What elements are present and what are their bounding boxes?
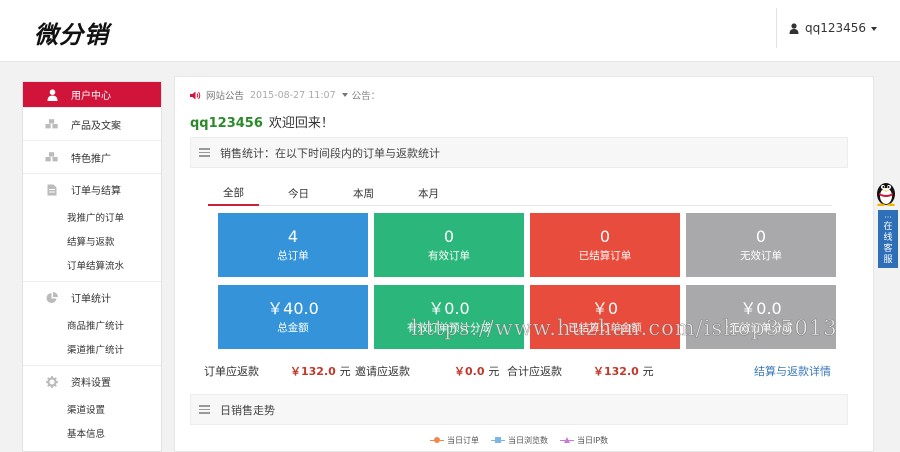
order-refund-label: 订单应返款 (204, 365, 259, 378)
stat-label: 无效订单分成 (729, 322, 793, 334)
stat-value: 0 (443, 227, 455, 246)
sidebar-group-settings-header[interactable]: 资料设置 (23, 366, 161, 397)
welcome-username: qq123456 (190, 116, 263, 131)
user-icon (45, 88, 59, 102)
sidebar-item-settlement-flow[interactable]: 订单结算流水 (23, 253, 161, 277)
notice-label: 网站公告 (206, 91, 245, 102)
speaker-icon (190, 91, 201, 99)
stat-label: 总订单 (277, 250, 309, 262)
qq-service-button[interactable]: ··· 在 线 客 服 (878, 210, 898, 268)
square-marker-icon (491, 436, 505, 444)
file-icon (45, 183, 59, 197)
username-label: qq123456 (805, 21, 867, 35)
refund-summary: 订单应返款 ￥132.0 元 邀请应返款 ￥0.0 元 合计应返款 ￥132.0… (204, 363, 838, 379)
welcome-text: 欢迎回来！ (268, 116, 334, 131)
sidebar-group-settings: 资料设置 渠道设置 基本信息 (23, 366, 161, 449)
settlement-details-link[interactable]: 结算与返款详情 (754, 363, 831, 379)
stat-label: 总金额 (277, 322, 309, 334)
sidebar-item-settlement[interactable]: 结算与返款 (23, 229, 161, 253)
tab-today[interactable]: 今日 (273, 180, 324, 206)
sidebar-item-my-orders[interactable]: 我推广的订单 (23, 205, 161, 229)
daily-trend-header: 日销售走势 (190, 394, 848, 425)
stat-label: 有效订单 (428, 250, 470, 262)
sidebar-item-basic-info[interactable]: 基本信息 (23, 421, 161, 445)
sidebar-group-stats: 订单统计 商品推广统计 渠道推广统计 (23, 282, 161, 366)
cubes-icon (45, 150, 59, 164)
trend-legend: 当日订单 当日浏览数 当日IP数 (430, 434, 620, 446)
order-refund-value: ￥132.0 元 (290, 365, 351, 378)
invite-refund-label: 邀请应返款 (355, 365, 410, 378)
tab-this-week[interactable]: 本周 (338, 180, 389, 206)
chevron-down-icon[interactable] (341, 93, 348, 97)
sidebar-group-stats-header[interactable]: 订单统计 (23, 282, 161, 313)
menu-icon (199, 403, 210, 416)
sidebar-group-orders: 订单与结算 我推广的订单 结算与返款 订单结算流水 (23, 174, 161, 282)
sidebar-item-label: 特色推广 (71, 153, 111, 165)
period-tabs: 全部 今日 本周 本月 (208, 180, 832, 206)
stat-label: 有效订单预计分成 (407, 322, 491, 334)
total-refund-label: 合计应返款 (507, 365, 562, 378)
total-refund-value: ￥132.0 元 (593, 365, 654, 378)
stat-tile-total-amount[interactable]: ￥40.0 总金额 (218, 285, 368, 349)
stat-value: 4 (287, 227, 299, 246)
stat-label: 已结算订单金额 (568, 322, 642, 334)
stat-tile-invalid-commission[interactable]: ￥0.0 无效订单分成 (686, 285, 836, 349)
sidebar-item-user-center[interactable]: 用户中心 (23, 82, 161, 108)
sidebar-item-channel-stats[interactable]: 渠道推广统计 (23, 337, 161, 361)
sidebar-item-channel-settings[interactable]: 渠道设置 (23, 397, 161, 421)
qq-online-service[interactable]: ··· 在 线 客 服 (872, 178, 900, 270)
chevron-down-icon (871, 27, 878, 31)
stat-tile-settled-amount[interactable]: ￥0 已结算订单金额 (530, 285, 680, 349)
stat-tile-settled-orders[interactable]: 0 已结算订单 (530, 213, 680, 277)
sidebar: 用户中心 产品及文案 特色推广 订单与结算 我推广的订单 结算与返款 订单结算流… (22, 81, 162, 452)
sidebar-item-label: 用户中心 (71, 91, 111, 102)
top-bar: 微分销 qq123456 (0, 0, 900, 62)
tab-all[interactable]: 全部 (208, 180, 259, 206)
stat-value: ￥0.0 (428, 299, 470, 318)
stat-label: 已结算订单 (578, 250, 632, 262)
sidebar-item-product-stats[interactable]: 商品推广统计 (23, 313, 161, 337)
sidebar-group-label: 订单统计 (71, 294, 111, 305)
pie-chart-icon (45, 291, 59, 305)
stat-tile-valid-orders[interactable]: 0 有效订单 (374, 213, 524, 277)
sidebar-item-label: 产品及文案 (71, 120, 121, 132)
legend-item-daily-views[interactable]: 当日浏览数 (491, 435, 548, 446)
user-menu[interactable]: qq123456 (776, 8, 886, 48)
sidebar-item-featured-promotion[interactable]: 特色推广 (23, 141, 161, 174)
stat-label: 无效订单 (740, 250, 782, 262)
stat-value: 0 (755, 227, 767, 246)
qq-penguin-icon (877, 183, 895, 207)
menu-icon (199, 146, 210, 159)
stat-tile-invalid-orders[interactable]: 0 无效订单 (686, 213, 836, 277)
gear-icon (45, 375, 59, 389)
notice-date: 2015-08-27 11:07 (250, 89, 336, 101)
legend-item-daily-ip[interactable]: 当日IP数 (560, 435, 608, 446)
sidebar-group-label: 资料设置 (71, 378, 111, 389)
stat-tile-total-orders[interactable]: 4 总订单 (218, 213, 368, 277)
daily-trend-title: 日销售走势 (220, 403, 275, 417)
legend-item-daily-orders[interactable]: 当日订单 (430, 435, 479, 446)
welcome-message: qq123456 欢迎回来！ (190, 112, 334, 131)
notice-suffix: 公告： (351, 91, 381, 102)
circle-marker-icon (430, 436, 444, 444)
site-notice: 网站公告 2015-08-27 11:07 公告： (190, 88, 380, 102)
sidebar-item-products[interactable]: 产品及文案 (23, 108, 161, 141)
sales-stats-header: 销售统计：在以下时间段内的订单与返款统计 (190, 137, 848, 168)
sales-stats-title: 销售统计：在以下时间段内的订单与返款统计 (220, 146, 440, 160)
dots-icon: ··· (884, 213, 892, 222)
cubes-icon (45, 117, 59, 131)
tab-this-month[interactable]: 本月 (403, 180, 454, 206)
stat-value: ￥40.0 (267, 299, 319, 318)
logo[interactable]: 微分销 (34, 15, 109, 50)
stat-value: 0 (599, 227, 611, 246)
stat-tile-valid-commission[interactable]: ￥0.0 有效订单预计分成 (374, 285, 524, 349)
stat-value: ￥0 (591, 299, 619, 318)
invite-refund-value: ￥0.0 元 (454, 365, 500, 378)
sidebar-group-orders-header[interactable]: 订单与结算 (23, 174, 161, 205)
stat-value: ￥0.0 (740, 299, 782, 318)
sidebar-group-label: 订单与结算 (71, 186, 121, 197)
triangle-marker-icon (560, 436, 574, 444)
user-icon (789, 22, 799, 34)
